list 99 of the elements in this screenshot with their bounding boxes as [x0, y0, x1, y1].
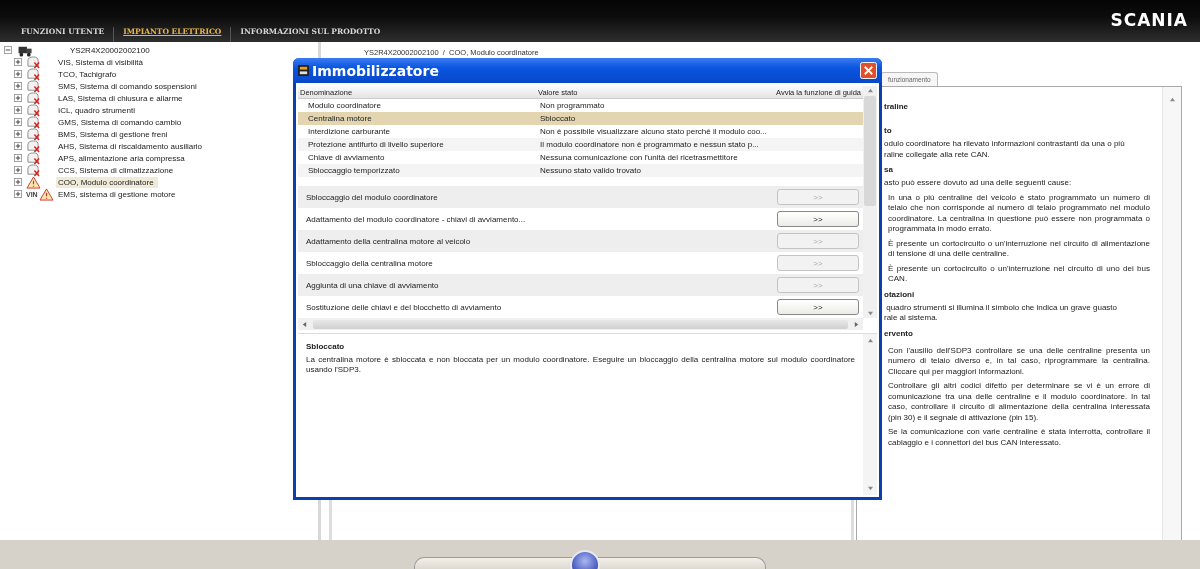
table-cell-text: Interdizione carburante [307, 127, 391, 136]
module-error-icon [26, 79, 41, 93]
scroll-left-icon[interactable] [302, 320, 307, 328]
close-icon[interactable] [860, 62, 877, 79]
scrollbar[interactable] [863, 86, 877, 318]
scrollbar-thumb[interactable] [313, 319, 848, 329]
scroll-up-icon[interactable] [866, 338, 874, 343]
tree-item[interactable]: TCO, Tachigrafo [56, 68, 119, 80]
tree-item[interactable]: COO, Modulo coordinatore [56, 176, 158, 188]
table-row[interactable]: Modulo coordinatore Non programmato [298, 99, 863, 112]
section-heading: ervento [884, 328, 913, 338]
expand-icon[interactable] [14, 178, 22, 186]
tree-item[interactable]: EMS, sistema di gestione motore [56, 188, 178, 200]
run-button[interactable]: >> [777, 211, 859, 227]
table-cell-text: Sbloccato [540, 114, 577, 123]
module-error-icon [26, 55, 41, 69]
section-heading: otazioni [884, 289, 915, 299]
tree-item[interactable]: ICL, quadro strumenti [56, 104, 137, 116]
warning-icon [26, 175, 41, 189]
scroll-down-icon[interactable] [866, 486, 874, 491]
action-label: Sostituzione delle chiavi e del blocchetto di avviamento [306, 302, 502, 312]
scroll-up-icon[interactable] [1168, 97, 1176, 102]
table-cell-text: Protezione antifurto di livello superiore [307, 140, 445, 149]
expand-icon[interactable] [14, 94, 22, 102]
paragraph: Con l'ausilio dell'SDP3 controllare se una delle centraline presenta un numero di telaio diverso e, in tal caso, riprogrammare la centralina. Cliccare qui per maggiori informazioni. [888, 345, 1150, 377]
scroll-up-icon[interactable] [866, 88, 874, 93]
warning-icon [38, 187, 54, 201]
expand-icon[interactable] [14, 190, 22, 198]
module-error-icon [26, 67, 41, 81]
table-cell-text: Centralina motore [307, 114, 373, 123]
module-error-icon [26, 103, 41, 117]
detail-text: La centralina motore è sbloccata e non bloccata per un modulo coordinatore. Eseguire un bloccaggio della centralina motore sul modulo coordinatore usando l'SDP3. [306, 355, 855, 375]
scroll-down-icon[interactable] [866, 311, 874, 316]
paragraph: È presente un cortocircuito o un'interruzione nel circuito di uno dei bus CAN. [888, 263, 1150, 285]
paragraph: Controllare gli altri codici difetto per determinare se vi è un errore di comunicazione tra una delle centraline e il modulo coordinatore. In tal caso, controllare il circuito di alimentazione della centralina interessata (pin 30) e il segnale di attivazione (pin 15). [888, 381, 1150, 423]
scrollbar[interactable] [298, 318, 863, 330]
tree-item[interactable]: LAS, Sistema di chiusura e allarme [56, 92, 185, 104]
table-cell-text: Non è possibile visualizzare alcuno stato perché il modulo coo... [540, 127, 768, 136]
table-cell-text: Non programmato [540, 101, 606, 110]
section-heading: sa [884, 165, 893, 174]
collapse-icon[interactable] [4, 46, 12, 54]
table-cell-text: Modulo coordinatore [307, 101, 382, 110]
table-row[interactable]: Chiave di avviamento Nessuna comunicazione con l'unità del ricetrasmettitore [298, 151, 863, 164]
tree-item[interactable]: VIS, Sistema di visibilità [56, 56, 145, 68]
module-error-icon [26, 115, 41, 129]
expand-icon[interactable] [14, 82, 22, 90]
table-cell-text: Sbloccaggio temporizzato [307, 166, 401, 175]
section-heading: to [884, 126, 892, 135]
expand-icon[interactable] [14, 70, 22, 78]
expand-icon[interactable] [14, 118, 22, 126]
table-row[interactable]: Protezione antifurto di livello superiore Il modulo coordinatore non è programmato e nessun stato p... [298, 138, 863, 151]
module-error-icon [26, 91, 41, 105]
run-button[interactable]: >> [777, 299, 859, 315]
logo: SCANIA [1110, 10, 1188, 30]
paragraph: Se la comunicazione con varie centraline è stata interrotta, controllare il cablaggio e i connettori del bus CAN interessato. [888, 427, 1150, 448]
paragraph: È presente un cortocircuito o un'interruzione nel circuito di alimentazione di tensione di una delle centraline. [888, 238, 1150, 260]
window-title: Immobilizzatore [312, 62, 440, 79]
scroll-right-icon[interactable] [854, 320, 859, 328]
table-row[interactable]: Centralina motore Sbloccato [298, 112, 863, 125]
expand-icon[interactable] [14, 154, 22, 162]
text-line: asto può essere dovuto ad una delle seguenti cause: [884, 178, 1072, 189]
text-line: odulo coordinatore ha rilevato informazioni contrastanti da una o più [884, 139, 1125, 150]
tree-item[interactable]: GMS, Sistema di comando cambio [56, 116, 184, 128]
text-line: rale al sistema. [884, 313, 938, 324]
tree-item[interactable]: BMS, Sistema di gestione freni [56, 128, 170, 140]
table-row[interactable]: Interdizione carburante Non è possibile visualizzare alcuno stato perché il modulo coo... [298, 125, 863, 138]
action-label: Aggiunta di una chiave di avviamento [306, 280, 439, 290]
action-label: Sbloccaggio del modulo coordinatore [306, 192, 438, 202]
expand-icon[interactable] [14, 130, 22, 138]
table-row[interactable]: Sbloccaggio temporizzato Nessuno stato valido trovato [298, 164, 863, 177]
tree-item[interactable]: YS2R4X20002002100 [68, 44, 152, 56]
tree-item[interactable]: SMS, Sistema di comando sospensioni [56, 80, 199, 92]
text-line: raline collegate alla rete CAN. [884, 149, 990, 160]
module-error-icon [26, 139, 41, 153]
expand-icon[interactable] [14, 58, 22, 66]
table-cell-text: Nessuna comunicazione con l'unità del ricetrasmettitore [540, 153, 739, 162]
action-label: Sbloccaggio della centralina motore [306, 258, 433, 268]
table-cell-text: Il modulo coordinatore non è programmato e nessun stato p... [540, 140, 760, 149]
paragraph: In una o più centraline del veicolo è stato programmato un numero di telaio che non corrisponde al numero di telaio programmato nel modulo coordinatore. La centralina in questione può essere non programmata o programmata in modo errato. [888, 192, 1150, 235]
action-label: Adattamento della centralina motore al veicolo [306, 236, 471, 246]
tree-item[interactable]: AHS, Sistema di riscaldamento ausiliario [56, 140, 205, 152]
app-icon [298, 65, 309, 76]
expand-icon[interactable] [14, 166, 22, 174]
scrollbar-thumb[interactable] [864, 96, 876, 206]
scrollbar[interactable] [863, 334, 877, 495]
module-error-icon [26, 163, 41, 177]
text-line: quadro strumenti si illumina il simbolo che indica un grave guasto [885, 302, 1117, 313]
scrollbar[interactable] [1162, 87, 1181, 540]
tree-item[interactable]: CCS, Sistema di climatizzazione [56, 164, 176, 176]
table-cell-text: Chiave di avviamento [307, 153, 386, 162]
action-label: Adattamento del modulo coordinatore - chiavi di avviamento... [306, 214, 526, 224]
module-error-icon [26, 151, 41, 165]
expand-icon[interactable] [14, 106, 22, 114]
expand-icon[interactable] [14, 142, 22, 150]
tree-item[interactable]: APS, alimentazione aria compressa [56, 152, 187, 164]
table-cell-text: Nessuno stato valido trovato [540, 166, 642, 175]
detail-title: Sbloccato [306, 342, 345, 351]
section-heading: traline [884, 102, 908, 111]
module-error-icon [26, 127, 41, 141]
